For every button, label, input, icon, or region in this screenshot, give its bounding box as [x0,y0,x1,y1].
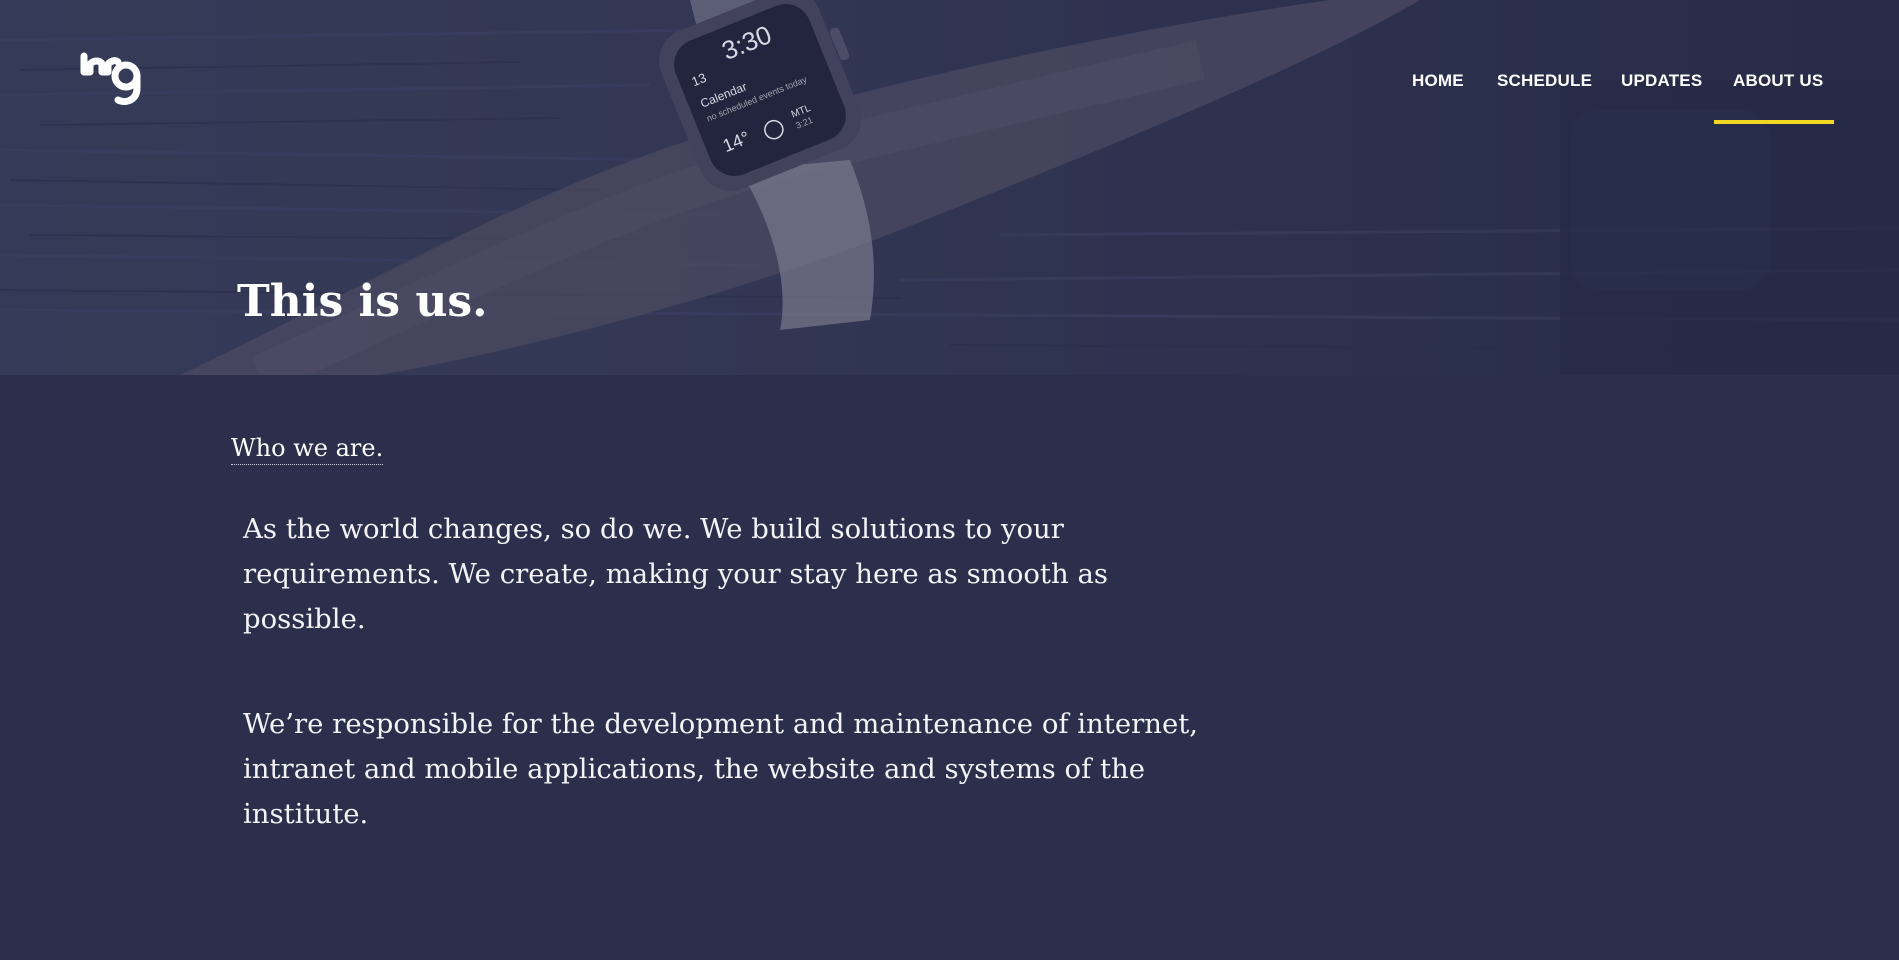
section-label-who-we-are[interactable]: Who we are. [231,433,384,465]
logo-icon[interactable] [80,52,152,112]
nav-home[interactable]: HOME [1412,71,1464,91]
watch-date: 13 [689,70,708,89]
hero-banner: 3:30 13 Calendar no scheduled events tod… [0,0,1899,375]
nav-updates[interactable]: UPDATES [1621,71,1702,91]
nav-about-us[interactable]: ABOUT US [1733,71,1823,91]
watch-temperature: 14° [720,127,753,156]
nav-active-indicator [1714,120,1834,124]
nav-schedule[interactable]: SCHEDULE [1497,71,1592,91]
watch-time: 3:30 [717,19,775,66]
about-paragraph: We’re responsible for the development an… [243,708,1199,830]
about-paragraph: As the world changes, so do we. We build… [243,513,1108,635]
page-title: This is us. [237,276,488,327]
